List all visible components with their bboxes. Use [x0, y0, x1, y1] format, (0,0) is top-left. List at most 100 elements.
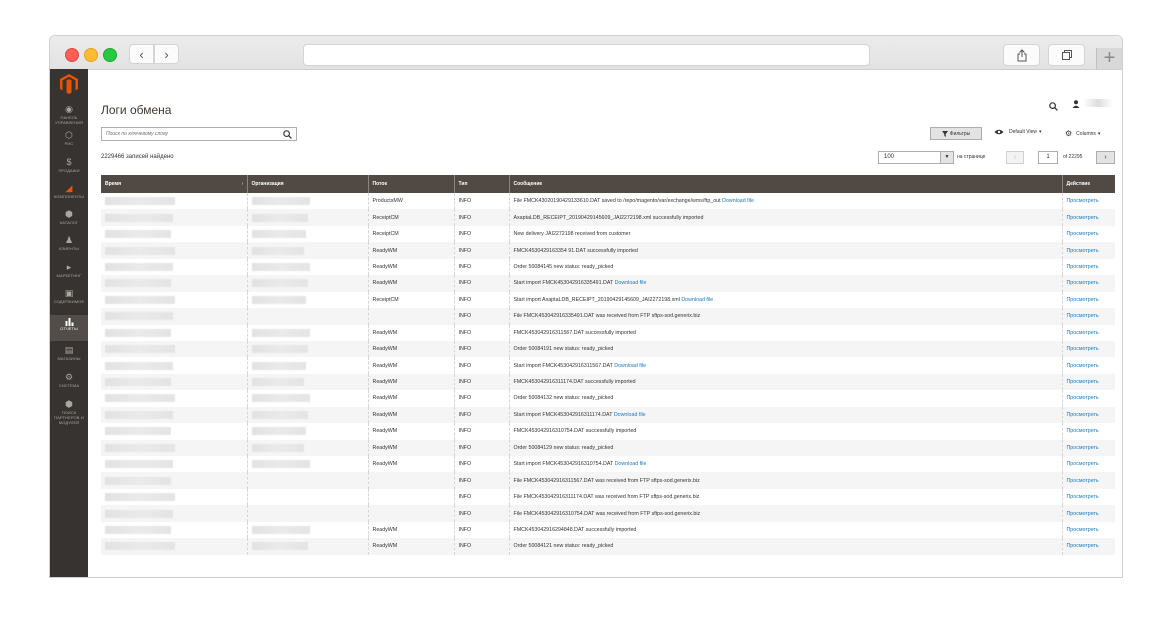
filters-button[interactable]: Фильтры — [930, 127, 982, 140]
table-row[interactable]: ReadyWM INFO Start import FMCK453042916310… — [101, 456, 1115, 473]
table-row[interactable]: INFO File FMCK453042916311174.DAT was rec… — [101, 488, 1115, 506]
message-text: Order 50084191 new status: ready_picked — [513, 346, 614, 353]
sidebar-item-marketing[interactable]: ▸ Маркетинг — [50, 263, 88, 288]
search-submit-button[interactable] — [283, 128, 292, 141]
view-link[interactable]: Просмотреть — [1067, 363, 1099, 369]
view-link[interactable]: Просмотреть — [1067, 395, 1099, 401]
column-header-flow[interactable]: Поток — [367, 175, 454, 193]
current-page-input[interactable]: 1 — [1038, 151, 1058, 164]
column-header-time[interactable]: Время ↑ — [101, 175, 247, 193]
view-link[interactable]: Просмотреть — [1067, 297, 1099, 303]
column-header-organization[interactable]: Организация — [246, 175, 368, 193]
table-row[interactable]: ReadyWM INFO FMCK453042916310754.DAT succe… — [101, 423, 1115, 440]
table-row[interactable]: ReadyWM INFO Order 50084129 new status: re… — [101, 439, 1115, 456]
back-button[interactable]: ‹ — [129, 44, 154, 64]
view-link[interactable]: Просмотреть — [1067, 346, 1099, 352]
sidebar-item-content[interactable]: ▣ Содержимое — [50, 289, 88, 314]
default-view-dropdown[interactable]: Default View ▾ — [994, 129, 1042, 135]
share-button[interactable] — [1003, 44, 1040, 66]
table-row[interactable]: ReceiptCM INFO New delivery JAI2272198 rec… — [101, 225, 1115, 243]
share-icon — [1017, 48, 1026, 61]
sidebar-item-customers[interactable]: ♟ Клиенты — [50, 236, 88, 261]
close-window-button[interactable] — [65, 48, 79, 62]
search-icon — [283, 130, 292, 139]
view-link[interactable]: Просмотреть — [1067, 543, 1099, 549]
column-header-type[interactable]: Тип — [453, 175, 509, 193]
table-row[interactable]: ReadyWM INFO Order 50084132 new status: re… — [101, 390, 1115, 407]
sidebar-item-dashboard[interactable]: ◉ Панель управления — [50, 105, 88, 130]
maximize-window-button[interactable] — [103, 48, 117, 62]
view-link[interactable]: Просмотреть — [1067, 198, 1099, 204]
cell-time — [101, 489, 247, 505]
table-row[interactable]: ReadyWM INFO Order 50084121 new status: re… — [101, 538, 1115, 555]
download-file-link[interactable]: Download file — [615, 280, 647, 286]
table-row[interactable]: ReadyWM INFO Start import FMCK453042916335… — [101, 275, 1115, 292]
sidebar-item-sales[interactable]: $ Продажи — [50, 158, 88, 183]
table-row[interactable]: ReceiptCM INFO AxaptaLDB_RECEIPT_201904291… — [101, 209, 1115, 226]
download-file-link[interactable]: Download file — [615, 461, 647, 467]
user-icon[interactable] — [1072, 100, 1080, 108]
view-link[interactable]: Просмотреть — [1067, 330, 1099, 336]
view-link[interactable]: Просмотреть — [1067, 511, 1099, 517]
download-file-link[interactable]: Download file — [614, 412, 646, 418]
next-page-button[interactable]: › — [1096, 151, 1115, 164]
sidebar-item-ris[interactable]: ⬡ РИС — [50, 131, 88, 156]
view-link[interactable]: Просмотреть — [1067, 248, 1099, 254]
table-row[interactable]: ReadyWM INFO Order 50084191 new status: re… — [101, 340, 1115, 358]
table-row[interactable]: INFO File FMCK453042916310754.DAT was rec… — [101, 505, 1115, 522]
keyword-search-input[interactable] — [102, 128, 276, 140]
table-row[interactable]: ReadyWM INFO FMCK453042916311567.DAT succe… — [101, 324, 1115, 341]
cell-time — [101, 209, 247, 226]
table-row[interactable]: INFO File FMCK453042916335491.DAT was rec… — [101, 308, 1115, 325]
new-tab-button[interactable]: + — [1096, 47, 1122, 69]
keyword-search-field[interactable] — [101, 127, 297, 141]
table-row[interactable]: ReadyWM INFO Order 50084145 new status: re… — [101, 258, 1115, 276]
address-bar[interactable] — [303, 44, 870, 66]
minimize-window-button[interactable] — [84, 48, 98, 62]
view-link[interactable]: Просмотреть — [1067, 527, 1099, 533]
table-row[interactable]: ReadyWM INFO FMCK453042916311174.DAT succe… — [101, 373, 1115, 391]
table-row[interactable]: ReceiptCM INFO Start import AxaptaLDB_RECE… — [101, 291, 1115, 309]
view-link[interactable]: Просмотреть — [1067, 478, 1099, 484]
user-name-redacted[interactable] — [1083, 99, 1113, 107]
table-row[interactable]: ReadyWM INFO FMCK4530429163354 91.DAT succ… — [101, 242, 1115, 259]
table-row[interactable]: INFO File FMCK453042916311567.DAT was rec… — [101, 472, 1115, 489]
gear-icon: ⚙ — [64, 372, 74, 382]
table-row[interactable]: ReadyWM INFO FMCK453042916294848.DAT succe… — [101, 521, 1115, 539]
redacted-organization — [251, 295, 306, 304]
table-row[interactable]: ProductsMW INFO File FMCK43020190429133610… — [101, 193, 1115, 210]
view-link[interactable]: Просмотреть — [1067, 280, 1099, 286]
sidebar-item-stores[interactable]: ▤ Магазины — [50, 346, 88, 371]
previous-page-button[interactable]: ‹ — [1006, 151, 1024, 164]
view-link[interactable]: Просмотреть — [1067, 494, 1099, 500]
forward-button[interactable]: › — [154, 44, 179, 64]
view-link[interactable]: Просмотреть — [1067, 428, 1099, 434]
download-file-link[interactable]: Download file — [722, 198, 754, 204]
per-page-select[interactable]: 100 ▼ — [878, 151, 954, 164]
download-file-link[interactable]: Download file — [614, 363, 646, 369]
view-link[interactable]: Просмотреть — [1067, 313, 1099, 319]
sidebar-item-system[interactable]: ⚙ Система — [50, 373, 88, 398]
magento-logo-icon[interactable] — [59, 73, 79, 95]
view-link[interactable]: Просмотреть — [1067, 461, 1099, 467]
sidebar-item-reports[interactable]: Отчеты — [50, 315, 88, 341]
view-link[interactable]: Просмотреть — [1067, 215, 1099, 221]
global-search-button[interactable] — [1049, 102, 1058, 113]
view-link[interactable]: Просмотреть — [1067, 445, 1099, 451]
sidebar-item-components[interactable]: ◢ Компоненты — [50, 184, 88, 209]
view-link[interactable]: Просмотреть — [1067, 379, 1099, 385]
view-link[interactable]: Просмотреть — [1067, 412, 1099, 418]
view-link[interactable]: Просмотреть — [1067, 231, 1099, 237]
column-header-message[interactable]: Сообщение — [508, 175, 1062, 193]
columns-dropdown[interactable]: ⚙ Columns ▾ — [1065, 129, 1100, 138]
table-row[interactable]: ReadyWM INFO Start import FMCK453042916311… — [101, 357, 1115, 374]
sidebar-item-catalog[interactable]: ⬢ Каталог — [50, 210, 88, 235]
tabs-overview-button[interactable] — [1048, 44, 1085, 66]
table-row[interactable]: ReadyWM INFO Start import FMCK453042916311… — [101, 406, 1115, 424]
cell-organization — [246, 242, 368, 259]
cell-flow — [367, 488, 454, 506]
sidebar-item-label: Продажи — [58, 168, 80, 173]
view-link[interactable]: Просмотреть — [1067, 264, 1099, 270]
download-file-link[interactable]: Download file — [681, 297, 713, 303]
sidebar-item-partners[interactable]: ⬢ Поиск партнеров и модулей — [50, 400, 88, 430]
